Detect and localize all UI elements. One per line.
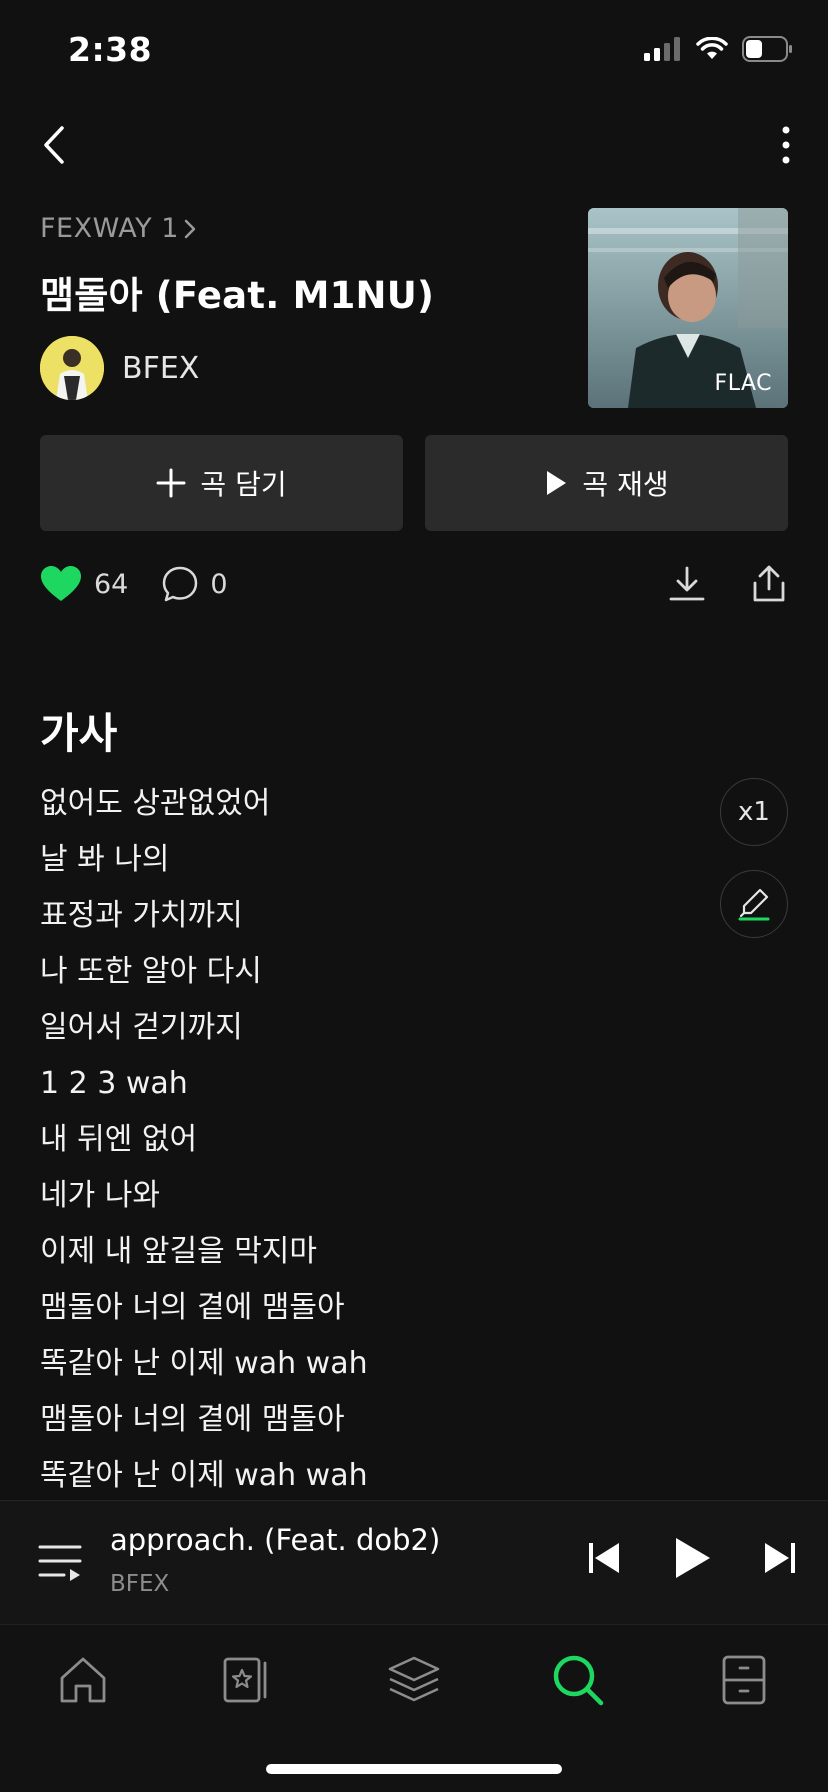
- comment-icon: [163, 566, 198, 602]
- play-icon[interactable]: [672, 1535, 712, 1581]
- status-bar: 2:38: [0, 0, 828, 100]
- like-button[interactable]: 64: [40, 565, 128, 603]
- album-art[interactable]: FLAC: [588, 208, 788, 408]
- status-time: 2:38: [68, 30, 153, 69]
- plus-icon: [156, 468, 186, 498]
- quality-badge: FLAC: [714, 371, 772, 396]
- chevron-left-icon: [44, 126, 64, 164]
- song-title: 맴돌아 (Feat. M1NU): [40, 274, 435, 317]
- lyric-line: 똑같아 난 이제 wah wah: [40, 1346, 368, 1381]
- artist-name: BFEX: [122, 350, 200, 386]
- storage-icon: [722, 1655, 766, 1705]
- signal-icon: [644, 37, 680, 61]
- playlist-star-icon: [223, 1657, 267, 1703]
- tab-search[interactable]: [545, 1649, 611, 1711]
- lyric-line: 나 또한 알아 다시: [40, 954, 262, 989]
- lyric-line: 1 2 3 wah: [40, 1066, 188, 1101]
- lyric-line: 맴돌아 너의 곁에 맴돌아: [40, 1402, 345, 1437]
- lyric-line: 내 뒤엔 없어: [40, 1122, 198, 1157]
- search-icon: [553, 1655, 604, 1706]
- album-name: FEXWAY 1: [40, 213, 179, 244]
- playlist-queue-icon[interactable]: [36, 1541, 84, 1585]
- home-icon: [60, 1657, 106, 1703]
- comment-count: 0: [210, 568, 228, 600]
- lyric-line: 없어도 상관없었어: [40, 786, 271, 821]
- stats-right-actions: [668, 565, 788, 603]
- add-song-label: 곡 담기: [200, 468, 287, 501]
- tab-browse[interactable]: [381, 1649, 447, 1711]
- back-button[interactable]: [24, 115, 84, 175]
- previous-track-icon[interactable]: [586, 1540, 622, 1576]
- battery-icon: [742, 36, 792, 62]
- tab-library[interactable]: [214, 1649, 280, 1711]
- more-vertical-icon: [782, 126, 790, 164]
- lyrics-highlight-button[interactable]: [720, 870, 788, 938]
- wifi-icon: [696, 37, 728, 59]
- comment-button[interactable]: 0: [162, 566, 228, 602]
- add-song-button[interactable]: 곡 담기: [40, 435, 403, 531]
- artist-link[interactable]: BFEX: [40, 336, 199, 400]
- lyrics-heading: 가사: [40, 709, 118, 758]
- play-icon: [547, 471, 567, 495]
- mini-player-controls: [586, 1535, 798, 1581]
- stats-row: 64 0: [40, 562, 788, 606]
- lyric-line: 똑같아 난 이제 wah wah: [40, 1458, 368, 1493]
- heart-icon: [41, 566, 81, 601]
- album-link[interactable]: FEXWAY 1: [40, 213, 197, 244]
- mini-player-title: approach. (Feat. dob2): [110, 1523, 441, 1557]
- like-count: 64: [94, 568, 129, 600]
- lyrics-list: 없어도 상관없었어 날 봐 나의 표정과 가치까지 나 또한 알아 다시 일어서…: [40, 776, 368, 1504]
- lyric-line: 네가 나와: [40, 1178, 160, 1213]
- tab-storage[interactable]: [711, 1649, 777, 1711]
- layers-icon: [388, 1656, 440, 1702]
- lyric-line: 이제 내 앞길을 막지마: [40, 1234, 318, 1269]
- artist-avatar: [40, 336, 104, 400]
- mini-player[interactable]: approach. (Feat. dob2) BFEX: [0, 1500, 828, 1624]
- download-icon[interactable]: [668, 565, 706, 603]
- next-track-icon[interactable]: [762, 1540, 798, 1576]
- status-icons: [644, 36, 794, 62]
- action-row: 곡 담기 곡 재생: [40, 435, 788, 531]
- lyrics-speed-button[interactable]: x1: [720, 778, 788, 846]
- lyric-line: 날 봐 나의: [40, 842, 170, 877]
- home-indicator: [266, 1764, 562, 1774]
- lyrics-speed-label: x1: [738, 797, 770, 827]
- play-song-label: 곡 재생: [582, 468, 669, 501]
- play-song-button[interactable]: 곡 재생: [425, 435, 788, 531]
- tab-home[interactable]: [50, 1649, 116, 1711]
- lyric-line: 일어서 걷기까지: [40, 1010, 243, 1045]
- more-options-button[interactable]: [766, 115, 806, 175]
- lyric-line: 맴돌아 너의 곁에 맴돌아: [40, 1290, 345, 1325]
- highlighter-icon: [738, 888, 770, 921]
- mini-player-artist: BFEX: [110, 1571, 170, 1597]
- share-icon[interactable]: [750, 565, 788, 603]
- chevron-right-icon: [184, 219, 196, 238]
- navigation-bar: [0, 115, 828, 175]
- lyric-line: 표정과 가치까지: [40, 898, 243, 933]
